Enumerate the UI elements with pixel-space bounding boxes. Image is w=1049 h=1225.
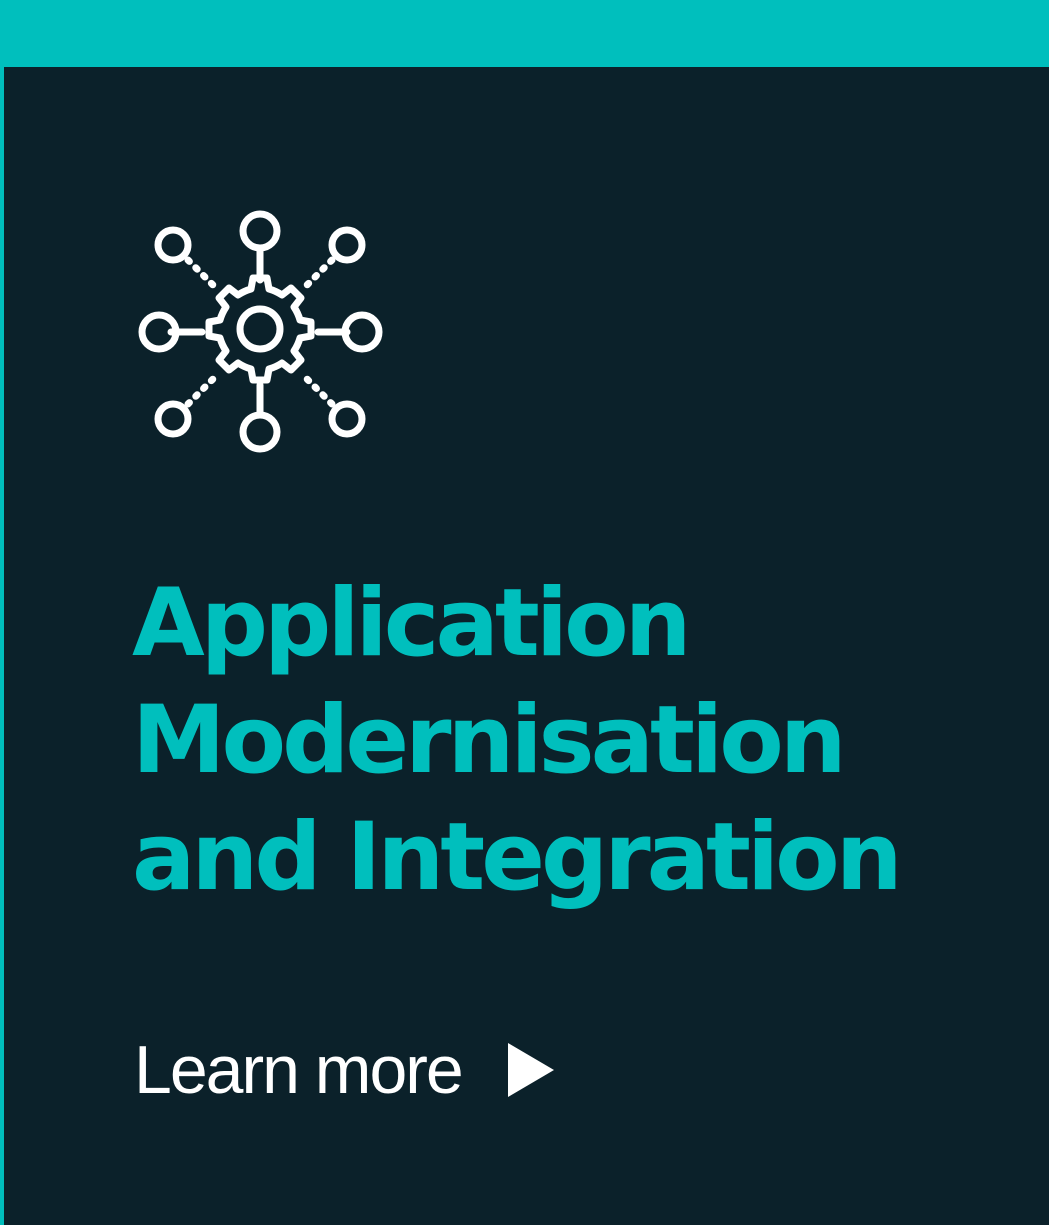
accent-left-edge (0, 67, 4, 1225)
gear-network-icon (136, 208, 386, 458)
promo-card[interactable]: Application Modernisation and Integratio… (0, 0, 1049, 1225)
card-title-line-1: Application (132, 569, 692, 678)
accent-top-bar (0, 0, 1049, 67)
card-title: Application Modernisation and Integratio… (132, 565, 1012, 916)
card-title-line-3: and Integration (132, 803, 903, 912)
card-title-line-2: Modernisation (132, 686, 847, 795)
play-arrow-icon (507, 1043, 554, 1097)
learn-more-label: Learn more (134, 1032, 464, 1108)
learn-more-link[interactable]: Learn more (134, 1030, 554, 1110)
